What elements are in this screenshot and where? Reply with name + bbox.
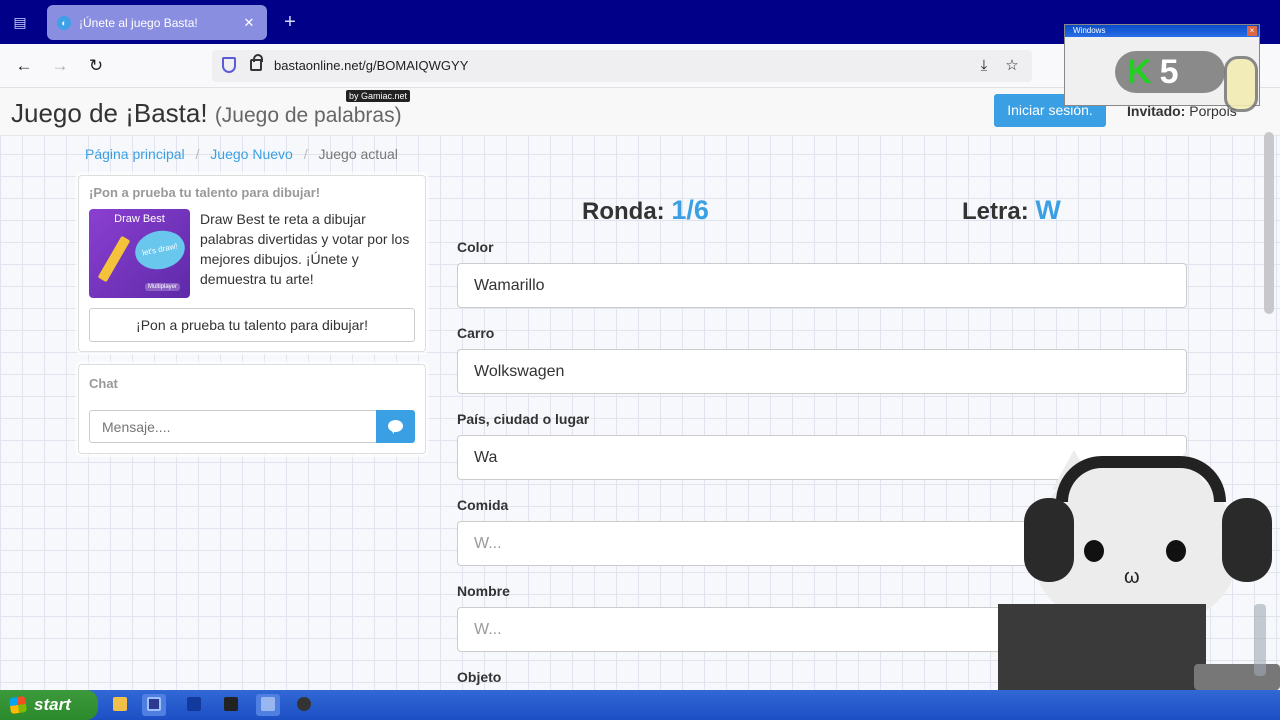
draw-best-image[interactable]: Draw Best let's draw! Multiplayer xyxy=(89,209,190,298)
glass-decoration xyxy=(1254,604,1266,676)
media-icon[interactable] xyxy=(219,694,243,716)
breadcrumb-home[interactable]: Página principal xyxy=(85,146,185,162)
tracking-shield-icon[interactable] xyxy=(222,57,236,73)
headphone-left xyxy=(1024,498,1074,582)
tab-close-icon[interactable]: ✕ xyxy=(241,15,257,31)
promo-image-title: Draw Best xyxy=(114,213,165,225)
mini-window-title: Windows xyxy=(1073,26,1106,35)
speech-bubble-icon xyxy=(388,420,403,434)
terminal-icon[interactable] xyxy=(182,694,206,716)
cat-mouth: ω xyxy=(1124,566,1140,588)
headphone-right xyxy=(1222,498,1272,582)
promo-text: Draw Best te reta a dibujar palabras div… xyxy=(200,211,410,287)
favicon-icon: ◐ xyxy=(57,15,71,30)
chat-panel: Chat xyxy=(78,364,426,454)
round-value: 1/6 xyxy=(671,195,709,225)
field-label-pais: País, ciudad o lugar xyxy=(457,411,590,427)
mini-window-close-icon[interactable]: × xyxy=(1247,26,1257,36)
cat-eye xyxy=(1084,540,1104,562)
by-badge: by Gamiac.net xyxy=(346,90,411,102)
paperclip-assistant-icon xyxy=(1224,56,1258,112)
promo-image-bubble: let's draw! xyxy=(131,226,189,274)
breadcrumb-new-game[interactable]: Juego Nuevo xyxy=(210,146,293,162)
promo-heading: ¡Pon a prueba tu talento para dibujar! xyxy=(89,185,321,200)
field-input-carro[interactable]: Wolkswagen xyxy=(457,349,1187,394)
breadcrumb-separator: / xyxy=(195,146,200,162)
field-label-carro: Carro xyxy=(457,325,495,341)
reload-icon[interactable]: ↻ xyxy=(85,55,107,77)
cat-with-headphones-sticker: ω xyxy=(998,450,1280,690)
download-icon[interactable]: ⤓ xyxy=(974,56,994,76)
window-task-icon[interactable] xyxy=(256,694,280,716)
lock-icon[interactable] xyxy=(250,54,263,71)
new-tab-button[interactable]: + xyxy=(281,11,299,33)
tab-title: ¡Únete al juego Basta! xyxy=(79,15,198,30)
page-scrollbar[interactable] xyxy=(1264,132,1274,314)
logo-subtitle: (Juego de palabras) xyxy=(214,104,402,127)
letter-indicator: Letra: W xyxy=(962,195,1061,226)
address-bar[interactable]: bastaonline.net/g/BOMAIQWGYY ⤓ ☆ xyxy=(212,50,1032,82)
windows-flag-icon xyxy=(8,695,28,715)
chat-message-input[interactable] xyxy=(89,410,377,443)
start-label: start xyxy=(34,695,71,714)
logo-title: Juego de ¡Basta! xyxy=(11,98,208,128)
chat-send-button[interactable] xyxy=(376,410,415,443)
headphone-band xyxy=(1056,456,1226,502)
mini-window-titlebar: Windows × xyxy=(1065,25,1259,37)
back-icon[interactable]: ← xyxy=(13,55,35,77)
promo-button[interactable]: ¡Pon a prueba tu talento para dibujar! xyxy=(89,308,415,342)
field-label-nombre: Nombre xyxy=(457,583,510,599)
chat-heading: Chat xyxy=(89,376,118,391)
field-label-color: Color xyxy=(457,239,494,255)
promo-image-footer: Multiplayer xyxy=(145,283,181,291)
url-text[interactable]: bastaonline.net/g/BOMAIQWGYY xyxy=(274,58,468,73)
forward-icon[interactable]: → xyxy=(49,55,71,77)
breadcrumb-separator: / xyxy=(303,146,308,162)
browser-task-icon[interactable] xyxy=(142,694,166,716)
laptop xyxy=(998,604,1206,690)
breadcrumb: Página principal / Juego Nuevo / Juego a… xyxy=(85,146,398,162)
start-button[interactable]: start xyxy=(0,690,98,720)
round-label: Ronda: xyxy=(582,198,665,225)
app-icon[interactable] xyxy=(292,694,316,716)
field-label-objeto: Objeto xyxy=(457,669,502,685)
tab-list-icon[interactable]: ▤ xyxy=(10,12,30,32)
cat-eye xyxy=(1166,540,1186,562)
round-indicator: Ronda: 1/6 xyxy=(582,195,709,226)
site-logo[interactable]: Juego de ¡Basta! (Juego de palabras) xyxy=(11,98,402,129)
pencil-icon xyxy=(97,235,131,283)
bookmark-star-icon[interactable]: ☆ xyxy=(1002,56,1022,76)
breadcrumb-current: Juego actual xyxy=(318,146,398,162)
cat-paw xyxy=(1194,664,1280,690)
folder-icon[interactable] xyxy=(108,694,132,716)
letter-label: Letra: xyxy=(962,198,1029,225)
field-label-comida: Comida xyxy=(457,497,509,513)
field-input-color[interactable]: Wamarillo xyxy=(457,263,1187,308)
tab-basta[interactable]: ◐ ¡Únete al juego Basta! ✕ xyxy=(47,5,267,40)
taskbar: start xyxy=(0,690,1280,720)
letter-value: W xyxy=(1035,195,1061,225)
promo-panel: ¡Pon a prueba tu talento para dibujar! D… xyxy=(78,175,426,352)
k5-logo: K5 xyxy=(1115,51,1225,93)
